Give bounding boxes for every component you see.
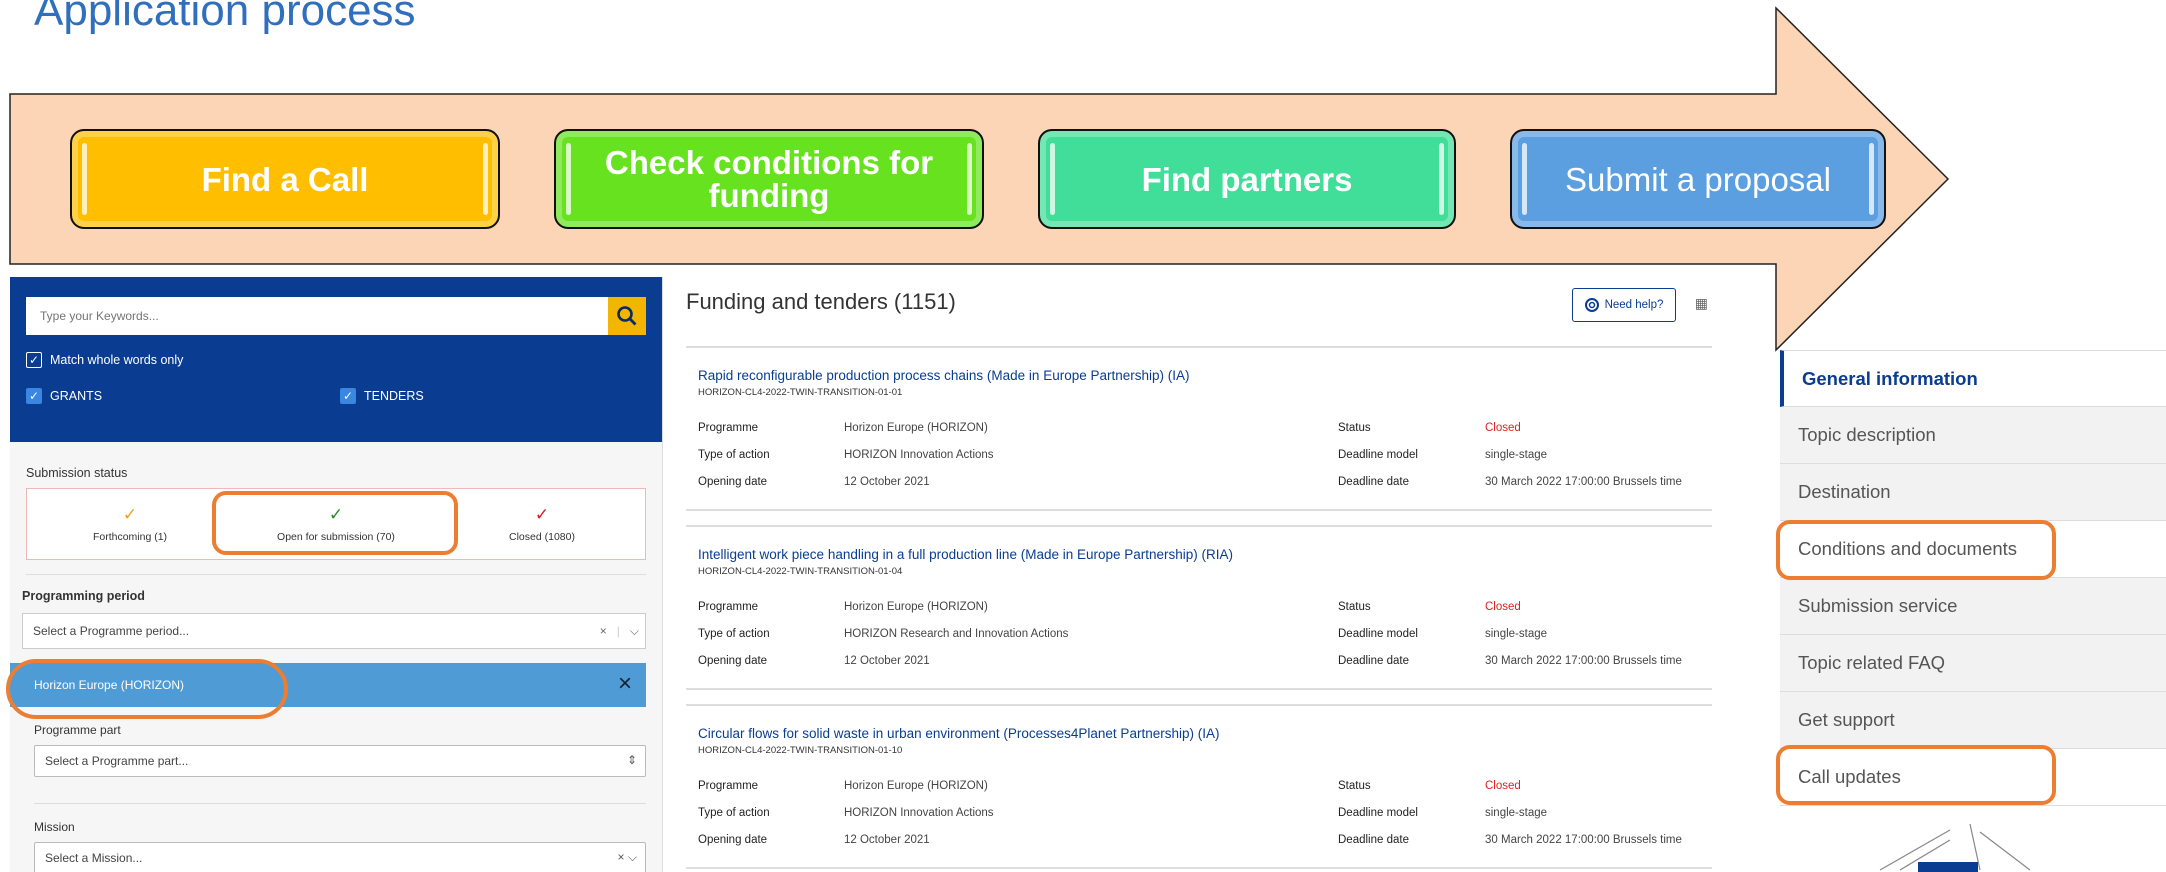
result-card[interactable]: Circular flows for solid waste in urban …: [686, 704, 1712, 869]
step-find-partners[interactable]: Find partners: [1038, 129, 1456, 229]
mission-label: Mission: [34, 820, 75, 834]
status-closed[interactable]: ✓ Closed (1080): [439, 489, 645, 559]
search-button[interactable]: [608, 297, 646, 335]
divider: [26, 574, 646, 575]
result-id: HORIZON-CL4-2022-TWIN-TRANSITION-01-04: [698, 566, 903, 577]
need-help-button[interactable]: Need help?: [1572, 288, 1676, 322]
programme-part-label: Programme part: [34, 723, 121, 737]
step-find-a-call[interactable]: Find a Call: [70, 129, 500, 229]
result-title[interactable]: Rapid reconfigurable production process …: [698, 368, 1712, 383]
check-icon: ✓: [534, 505, 550, 524]
programme-period-select[interactable]: Select a Programme period... × | ⌵: [22, 613, 646, 649]
check-icon: ✓: [122, 505, 138, 524]
calendar-icon[interactable]: ▦: [1695, 295, 1708, 312]
programming-period-label: Programming period: [22, 589, 145, 603]
submission-status-label: Submission status: [26, 466, 128, 480]
programme-part-select[interactable]: Select a Programme part... ⇕: [34, 745, 646, 777]
nav-submission-service[interactable]: Submission service: [1780, 578, 2166, 635]
slide: Application process Find a Call Check co…: [0, 0, 2166, 872]
match-whole-words-checkbox[interactable]: ✓ Match whole words only: [26, 352, 646, 368]
highlight-open-for-submission: [212, 491, 458, 555]
highlight-call-updates: [1776, 745, 2056, 805]
status-value: Closed: [1485, 600, 1521, 613]
chevron-down-icon[interactable]: ⌵: [630, 624, 639, 639]
result-title[interactable]: Circular flows for solid waste in urban …: [698, 726, 1712, 741]
eu-commission-logo: [1879, 823, 2031, 872]
status-value: Closed: [1485, 779, 1521, 792]
close-icon[interactable]: ×: [618, 670, 632, 698]
filter-panel: ✓ Match whole words only ✓ GRANTS ✓ TEND…: [10, 277, 663, 872]
grants-checkbox[interactable]: ✓ GRANTS: [26, 388, 340, 404]
sort-arrows-icon: ⇕: [626, 753, 637, 767]
mission-select[interactable]: Select a Mission... × ⌵: [34, 842, 646, 872]
nav-destination[interactable]: Destination: [1780, 464, 2166, 521]
step-submit-proposal[interactable]: Submit a proposal: [1510, 129, 1886, 229]
result-id: HORIZON-CL4-2022-TWIN-TRANSITION-01-10: [698, 745, 903, 756]
nav-general-information[interactable]: General information: [1780, 350, 2166, 407]
nav-topic-description[interactable]: Topic description: [1780, 407, 2166, 464]
status-value: Closed: [1485, 421, 1521, 434]
nav-get-support[interactable]: Get support: [1780, 692, 2166, 749]
highlight-horizon-europe: [6, 659, 288, 719]
nav-topic-related-faq[interactable]: Topic related FAQ: [1780, 635, 2166, 692]
tenders-checkbox[interactable]: ✓ TENDERS: [340, 388, 424, 404]
divider: [34, 803, 646, 804]
clear-icon[interactable]: ×: [600, 624, 607, 638]
highlight-conditions-documents: [1776, 520, 2056, 580]
checkbox-icon: ✓: [26, 388, 42, 404]
results-heading: Funding and tenders (1151): [686, 288, 956, 314]
result-card[interactable]: Rapid reconfigurable production process …: [686, 346, 1712, 511]
lifebuoy-icon: [1584, 298, 1599, 312]
checkbox-icon: ✓: [340, 388, 356, 404]
chevron-down-icon[interactable]: × ⌵: [618, 850, 637, 865]
status-forthcoming[interactable]: ✓ Forthcoming (1): [27, 489, 233, 559]
search-icon: [617, 306, 637, 326]
keyword-search-input[interactable]: [26, 297, 608, 335]
step-check-conditions[interactable]: Check conditions for funding: [554, 129, 984, 229]
search-header: ✓ Match whole words only ✓ GRANTS ✓ TEND…: [10, 277, 662, 442]
checkbox-icon: ✓: [26, 352, 42, 368]
result-card[interactable]: Intelligent work piece handling in a ful…: [686, 525, 1712, 690]
result-title[interactable]: Intelligent work piece handling in a ful…: [698, 547, 1712, 562]
results-panel: Funding and tenders (1151) Need help? ▦ …: [672, 277, 1712, 872]
result-id: HORIZON-CL4-2022-TWIN-TRANSITION-01-01: [698, 387, 903, 398]
